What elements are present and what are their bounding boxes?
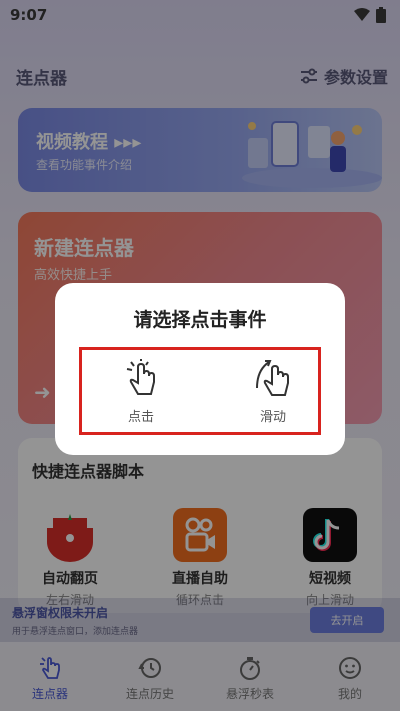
swipe-gesture-icon (256, 360, 289, 396)
option-tap[interactable]: 点击 (96, 358, 186, 425)
wifi-icon (354, 8, 370, 21)
option-label: 滑动 (259, 410, 286, 425)
option-label: 点击 (127, 410, 154, 425)
tap-gesture-icon (126, 359, 155, 395)
status-icons (354, 7, 386, 23)
battery-icon (376, 7, 386, 23)
status-bar: 9:07 (0, 0, 400, 30)
option-swipe[interactable]: 滑动 (228, 358, 318, 425)
options-highlight-box: 点击 滑动 (79, 347, 321, 435)
select-click-event-dialog: 请选择点击事件 点击 滑动 (55, 283, 345, 455)
status-time: 9:07 (10, 6, 48, 24)
dialog-title: 请选择点击事件 (133, 309, 267, 331)
